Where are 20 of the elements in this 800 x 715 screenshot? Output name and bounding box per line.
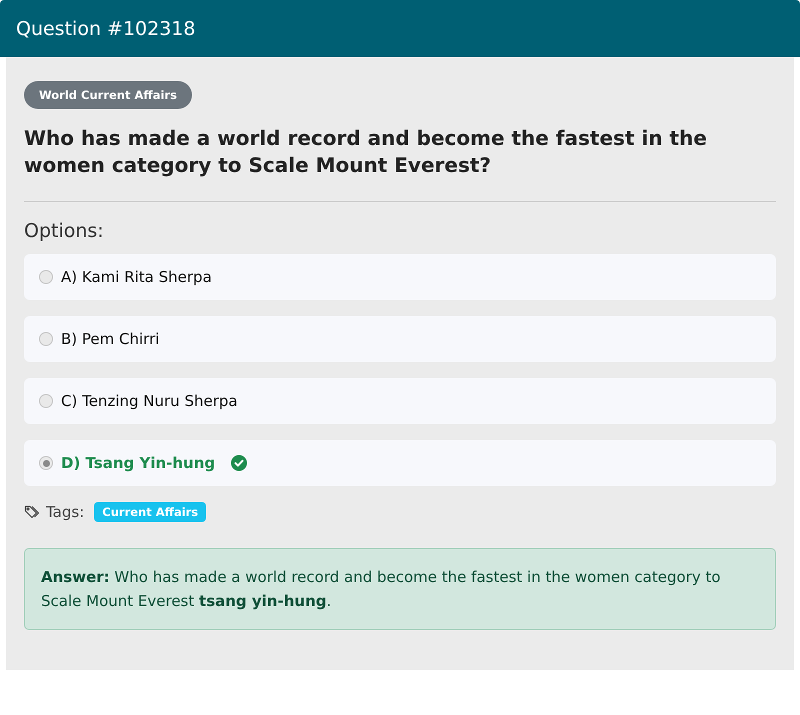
option-text: C) Tenzing Nuru Sherpa [61, 392, 238, 410]
option-text: B) Pem Chirri [61, 330, 160, 348]
radio-button[interactable] [39, 394, 53, 408]
option-text: A) Kami Rita Sherpa [61, 268, 212, 286]
answer-text: Answer: Who has made a world record and become the fastest in the women category to Scale Mount Everest tsang yin-hung. [41, 568, 721, 610]
option-row[interactable]: A) Kami Rita Sherpa [24, 254, 776, 300]
check-circle-icon [231, 455, 248, 471]
option-row[interactable]: B) Pem Chirri [24, 316, 776, 362]
category-label: World Current Affairs [24, 81, 192, 109]
radio-button[interactable] [39, 332, 53, 346]
option-row[interactable]: D) Tsang Yin-hung [24, 440, 776, 486]
question-text: Who has made a world record and become the fastest in the women category to Scale Mount Everest? [24, 125, 708, 179]
radio-button[interactable] [39, 270, 53, 284]
question-title: Question #102318 [16, 18, 196, 40]
option-row[interactable]: C) Tenzing Nuru Sherpa [24, 378, 776, 424]
tags-label: Tags: [46, 503, 84, 521]
tag-icon [24, 504, 40, 520]
option-text: D) Tsang Yin-hung [61, 454, 216, 472]
radio-button[interactable] [39, 456, 53, 470]
options-label: Options: [24, 220, 105, 242]
